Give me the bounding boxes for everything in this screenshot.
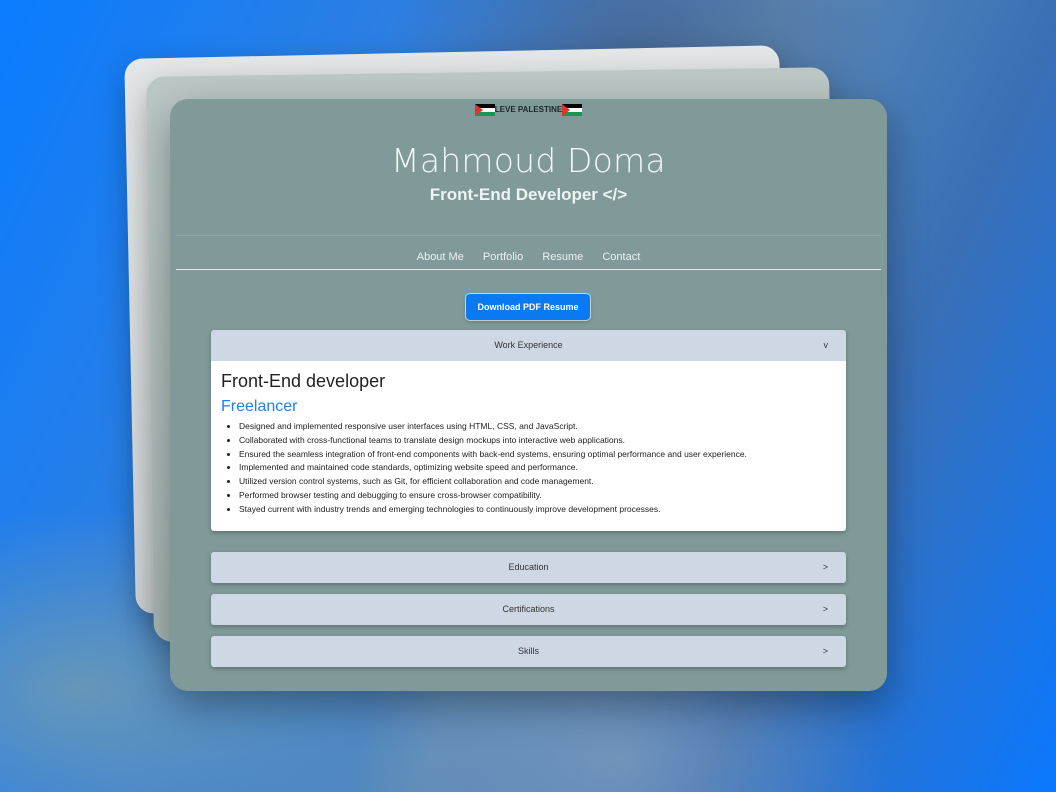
palestine-flag-icon: [562, 104, 583, 116]
page-title: Mahmoud Doma: [391, 141, 666, 180]
chevron-right-icon: >: [822, 562, 828, 572]
nav-portfolio[interactable]: Portfolio: [483, 251, 523, 263]
job-title: Front-End developer: [221, 371, 386, 391]
accordion-work-experience: Work Experience v Front-End developer Fr…: [211, 330, 846, 531]
list-item: Collaborated with cross-functional teams…: [239, 434, 836, 448]
header-divider: [176, 235, 881, 236]
accordion-header-skills[interactable]: Skills >: [211, 636, 846, 667]
nav-resume[interactable]: Resume: [542, 251, 583, 263]
chevron-right-icon: >: [822, 646, 828, 656]
accordion-label: Education: [508, 562, 549, 572]
main-nav: About Me Portfolio Resume Contact: [170, 251, 887, 263]
accordion-label: Skills: [517, 646, 539, 656]
accordion-education: Education >: [211, 552, 846, 583]
accordion-certifications: Certifications >: [211, 594, 846, 625]
banner-text: LEVE PALESTINE: [494, 105, 563, 115]
list-item: Utilized version control systems, such a…: [239, 475, 836, 489]
chevron-right-icon: >: [822, 604, 828, 614]
accordion-header-work-experience[interactable]: Work Experience v: [211, 330, 846, 361]
accordion-body-work-experience: Front-End developer Freelancer Designed …: [211, 361, 846, 531]
download-resume-button[interactable]: Download PDF Resume: [466, 294, 590, 320]
list-item: Performed browser testing and debugging …: [239, 489, 836, 503]
accordion-label: Work Experience: [494, 340, 563, 350]
list-item: Stayed current with industry trends and …: [239, 503, 836, 517]
resume-window: LEVE PALESTINE Mahmoud Doma Front-End De…: [170, 99, 887, 691]
accordion-header-education[interactable]: Education >: [211, 552, 846, 583]
list-item: Implemented and maintained code standard…: [239, 461, 836, 475]
solidarity-banner: LEVE PALESTINE: [170, 104, 887, 116]
accordion-header-certifications[interactable]: Certifications >: [211, 594, 846, 625]
page-subtitle: Front-End Developer </>: [429, 185, 628, 204]
nav-divider: [176, 269, 881, 270]
accordion-label: Certifications: [502, 604, 555, 614]
accordion-skills: Skills >: [211, 636, 846, 667]
nav-about-me[interactable]: About Me: [417, 251, 464, 263]
palestine-flag-icon: [474, 104, 495, 116]
chevron-down-icon: v: [823, 340, 829, 350]
list-item: Designed and implemented responsive user…: [239, 420, 836, 434]
responsibilities-list: Designed and implemented responsive user…: [221, 420, 836, 517]
nav-contact[interactable]: Contact: [602, 251, 640, 263]
list-item: Ensured the seamless integration of fron…: [239, 448, 836, 462]
company-name: Freelancer: [221, 398, 298, 415]
